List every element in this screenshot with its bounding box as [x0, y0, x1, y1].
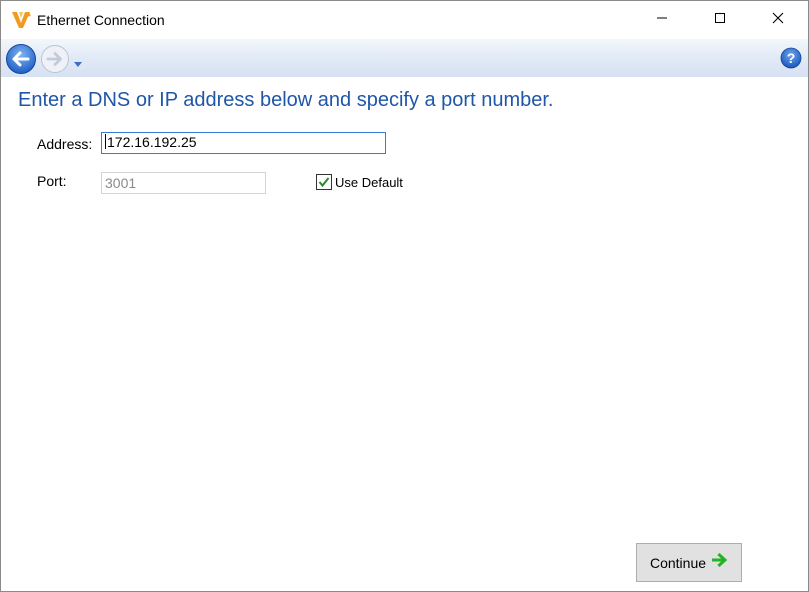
port-input[interactable]: 3001 — [101, 172, 266, 194]
page-heading: Enter a DNS or IP address below and spec… — [18, 89, 554, 111]
continue-button[interactable]: Continue — [636, 543, 742, 582]
title-bar[interactable]: Ethernet Connection — [1, 1, 808, 39]
navigation-bar: ? — [1, 39, 808, 77]
use-default-label[interactable]: Use Default — [335, 175, 403, 190]
port-label: Port: — [37, 173, 67, 189]
window-title: Ethernet Connection — [37, 12, 165, 28]
back-arrow-icon[interactable] — [5, 43, 37, 75]
maximize-button[interactable] — [697, 1, 743, 39]
text-caret — [105, 134, 106, 149]
green-right-arrow-icon — [711, 552, 728, 573]
close-icon — [772, 11, 784, 29]
v-logo-icon — [10, 9, 32, 31]
close-button[interactable] — [755, 1, 801, 39]
minimize-icon — [656, 11, 668, 29]
checkmark-icon — [317, 176, 331, 193]
dialog-window: Ethernet Connection ? Enter a DNS or IP … — [0, 0, 809, 592]
forward-arrow-icon[interactable] — [40, 44, 70, 74]
minimize-button[interactable] — [639, 1, 685, 39]
use-default-checkbox[interactable] — [316, 174, 332, 190]
port-value: 3001 — [105, 175, 137, 191]
address-label: Address: — [37, 136, 93, 152]
maximize-icon — [714, 11, 726, 29]
help-icon[interactable]: ? — [780, 47, 802, 69]
chevron-down-icon[interactable] — [74, 55, 82, 67]
address-value: 172.16.192.25 — [107, 134, 197, 150]
svg-text:?: ? — [787, 50, 796, 66]
address-input[interactable]: 172.16.192.25 — [101, 132, 386, 154]
continue-label: Continue — [649, 554, 707, 571]
